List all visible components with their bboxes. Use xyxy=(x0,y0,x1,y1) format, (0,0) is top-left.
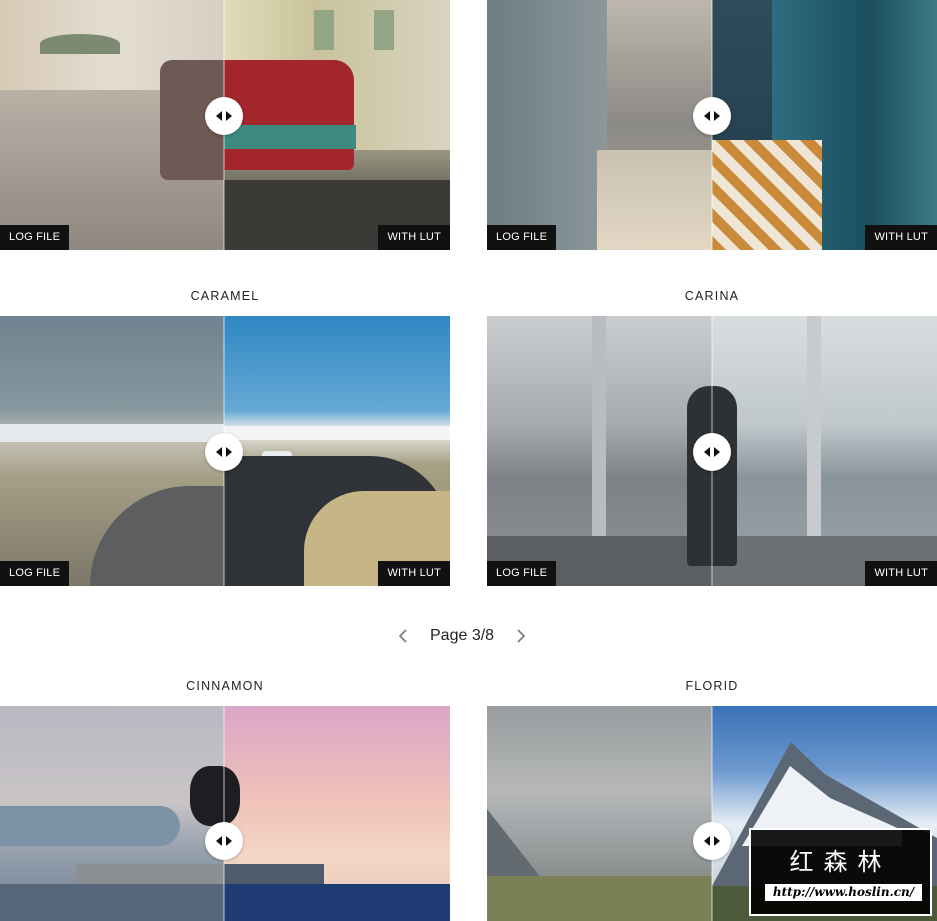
log-file-preview xyxy=(487,316,712,586)
log-file-preview xyxy=(487,706,712,921)
compare-arrows-icon[interactable] xyxy=(693,433,731,471)
comparison-divider[interactable] xyxy=(223,706,225,921)
log-file-tag: LOG FILE xyxy=(487,561,557,586)
with-lut-tag: WITH LUT xyxy=(378,225,450,250)
lut-title: FLORID xyxy=(685,679,739,693)
log-file-tag: LOG FILE xyxy=(0,561,70,586)
page-indicator: Page 3/8 xyxy=(430,627,495,644)
compare-arrows-icon[interactable] xyxy=(693,822,731,860)
lut-title: CARAMEL xyxy=(190,289,260,303)
log-file-preview xyxy=(0,316,224,586)
watermark-url: http://www.hoslin.cn/ xyxy=(765,884,922,901)
with-lut-preview xyxy=(224,316,450,586)
chevron-right-icon[interactable] xyxy=(508,623,534,649)
lut-comparison-card: LOG FILE WITH LUT xyxy=(0,316,450,586)
with-lut-preview xyxy=(712,0,937,250)
log-file-preview xyxy=(0,0,224,250)
pagination: Page 3/8 xyxy=(390,623,534,649)
log-file-preview xyxy=(0,706,224,921)
lut-title: CARINA xyxy=(684,289,740,303)
with-lut-preview xyxy=(224,0,450,250)
lut-comparison-card: LOG FILE WITH LUT xyxy=(0,0,450,250)
lut-comparison-card xyxy=(0,706,450,921)
log-file-tag: LOG FILE xyxy=(0,225,70,250)
lut-comparison-card: LOG FILE WITH LUT xyxy=(487,0,937,250)
compare-arrows-icon[interactable] xyxy=(205,822,243,860)
lut-title: CINNAMON xyxy=(186,679,264,693)
comparison-divider[interactable] xyxy=(711,706,713,921)
log-file-preview xyxy=(487,0,712,250)
with-lut-tag: WITH LUT xyxy=(865,225,937,250)
with-lut-preview xyxy=(224,706,450,921)
lut-comparison-card: LOG FILE WITH LUT xyxy=(487,316,937,586)
compare-arrows-icon[interactable] xyxy=(205,433,243,471)
compare-arrows-icon[interactable] xyxy=(693,97,731,135)
chevron-left-icon[interactable] xyxy=(390,623,416,649)
watermark: 红森林 http://www.hoslin.cn/ xyxy=(749,828,932,916)
with-lut-preview xyxy=(712,316,937,586)
compare-arrows-icon[interactable] xyxy=(205,97,243,135)
with-lut-tag: WITH LUT xyxy=(378,561,450,586)
watermark-chinese-text: 红森林 xyxy=(789,848,892,876)
with-lut-tag: WITH LUT xyxy=(865,561,937,586)
log-file-tag: LOG FILE xyxy=(487,225,557,250)
